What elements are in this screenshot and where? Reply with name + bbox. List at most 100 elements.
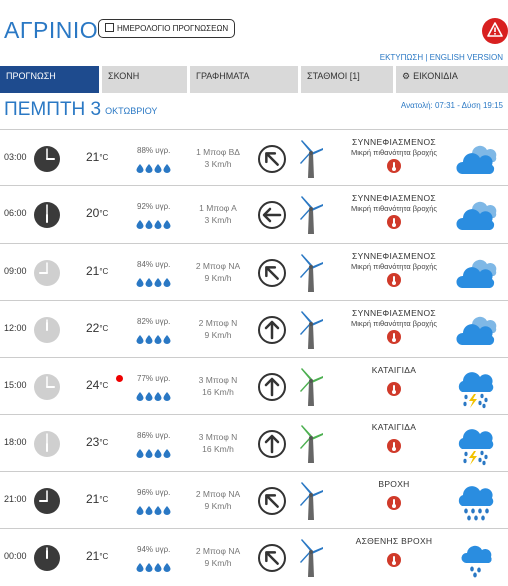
- thermometer-icon[interactable]: [387, 382, 401, 396]
- forecast-row: 21:00 21°C 96% υγρ. 2 Μποφ ΝΑ 9 Km/h ΒΡΟΧ…: [0, 471, 508, 529]
- row-temperature: 21°C: [86, 264, 108, 278]
- calendar-icon: [105, 23, 114, 32]
- print-english-links[interactable]: ΕΚΤΥΠΩΣΗ | ENGLISH VERSION: [380, 53, 503, 62]
- tab-dust[interactable]: ΣΚΟΝΗ: [102, 66, 187, 93]
- row-wind: 3 Μποφ Ν 16 Km/h: [188, 374, 248, 398]
- temp-unit: °C: [99, 495, 109, 504]
- forecast-row: 09:00 21°C 84% υγρ. 2 Μποφ ΝΑ 9 Km/h ΣΥΝΝ…: [0, 243, 508, 301]
- row-humidity: 77% υγρ.: [137, 374, 171, 383]
- wind-turbine-icon: [297, 481, 325, 526]
- wind-turbine-icon: [297, 310, 325, 355]
- wind-kmh: 16 Km/h: [202, 387, 234, 397]
- temp-value: 21: [86, 264, 100, 278]
- condition-subtext: Μικρή πιθανότητα βροχής: [350, 204, 438, 213]
- temp-value: 24: [86, 378, 100, 392]
- row-time: 15:00: [4, 380, 27, 390]
- condition-label: ΒΡΟΧΗ: [378, 479, 410, 489]
- forecast-row: 15:00 24°C 77% υγρ. 3 Μποφ Ν 16 Km/h ΚΑΤΑ…: [0, 357, 508, 415]
- condition-label: ΣΥΝΝΕΦΙΑΣΜΕΝΟΣ: [352, 137, 436, 147]
- forecast-row: 12:00 22°C 82% υγρ. 2 Μποφ Ν 9 Km/h ΣΥΝΝΕ…: [0, 300, 508, 358]
- tab-forecast[interactable]: ΠΡΟΓΝΩΣΗ: [0, 66, 99, 93]
- wind-direction-arrow-icon: [257, 258, 287, 293]
- tab-icons[interactable]: ⚙ ΕΙΚΟΝΙΔΙΑ: [396, 66, 508, 93]
- thermometer-icon[interactable]: [387, 496, 401, 510]
- row-wind: 2 Μποφ Ν 9 Km/h: [188, 317, 248, 341]
- condition-label: ΑΣΘΕΝΗΣ ΒΡΟΧΗ: [355, 536, 433, 546]
- humidity-drops-icon: [136, 445, 176, 463]
- humidity-drops-icon: [136, 388, 176, 406]
- humidity-drops-icon: [136, 160, 176, 178]
- temp-value: 23: [86, 435, 100, 449]
- tab-label: ΣΚΟΝΗ: [108, 71, 140, 81]
- clock-icon: [33, 544, 61, 577]
- condition-subtext: Μικρή πιθανότητα βροχής: [350, 262, 438, 271]
- wind-direction-arrow-icon: [257, 200, 287, 235]
- humidity-drops-icon: [136, 216, 176, 234]
- thermometer-icon[interactable]: [387, 439, 401, 453]
- forecast-calendar-button[interactable]: ΗΜΕΡΟΛΟΓΙΟ ΠΡΟΓΝΩΣΕΩΝ: [98, 19, 236, 38]
- row-temperature: 21°C: [86, 492, 108, 506]
- wind-kmh: 16 Km/h: [202, 444, 234, 454]
- tab-bar: ΠΡΟΓΝΩΣΗ ΣΚΟΝΗ ΓΡΑΦΗΜΑΤΑ ΣΤΑΘΜΟΙ [1] ⚙ ΕΙ…: [0, 66, 508, 93]
- day-header: ΠΕΜΠΤΗ 3 ΟΚΤΩΒΡΙΟΥ: [4, 99, 157, 121]
- thunderstorm-icon: [456, 370, 500, 415]
- row-humidity: 96% υγρ.: [137, 488, 171, 497]
- temp-unit: °C: [99, 552, 109, 561]
- wind-kmh: 9 Km/h: [204, 501, 232, 511]
- row-wind: 2 Μποφ ΝΑ 9 Km/h: [188, 545, 248, 569]
- day-month: ΟΚΤΩΒΡΙΟΥ: [105, 106, 158, 116]
- row-time: 06:00: [4, 208, 27, 218]
- wind-kmh: 3 Km/h: [204, 215, 232, 225]
- thermometer-icon[interactable]: [387, 330, 401, 344]
- row-temperature: 21°C: [86, 549, 108, 563]
- condition-label: ΚΑΤΑΙΓΙΔΑ: [371, 422, 417, 432]
- row-conditions: ΣΥΝΝΕΦΙΑΣΜΕΝΟΣ Μικρή πιθανότητα βροχής: [332, 137, 456, 178]
- warning-icon[interactable]: [482, 18, 508, 44]
- tab-charts[interactable]: ΓΡΑΦΗΜΑΤΑ: [190, 66, 298, 93]
- temp-unit: °C: [99, 324, 109, 333]
- clock-icon: [33, 430, 61, 463]
- rain-icon: [456, 484, 500, 529]
- wind-kmh: 3 Km/h: [204, 159, 232, 169]
- temp-unit: °C: [99, 381, 109, 390]
- wind-beaufort: 2 Μποφ ΝΑ: [195, 489, 241, 499]
- row-temperature: 20°C: [86, 206, 108, 220]
- wind-turbine-icon: [297, 538, 325, 583]
- tab-stations[interactable]: ΣΤΑΘΜΟΙ [1]: [301, 66, 393, 93]
- day-title: ΠΕΜΠΤΗ 3: [4, 99, 102, 120]
- condition-subtext: Μικρή πιθανότητα βροχής: [350, 148, 438, 157]
- alert-dot-icon: [116, 375, 123, 382]
- row-humidity: 92% υγρ.: [137, 202, 171, 211]
- clock-icon: [33, 373, 61, 406]
- condition-subtext: Μικρή πιθανότητα βροχής: [350, 319, 438, 328]
- wind-beaufort: 3 Μποφ Ν: [198, 432, 238, 442]
- wind-turbine-icon: [297, 139, 325, 184]
- temp-value: 21: [86, 549, 100, 563]
- forecast-row: 03:00 21°C 88% υγρ. 1 Μποφ ΒΔ 3 Km/h ΣΥΝΝ…: [0, 129, 508, 187]
- row-humidity: 88% υγρ.: [137, 146, 171, 155]
- cloudy-icon: [456, 198, 500, 243]
- tab-label: ΕΙΚΟΝΙΔΙΑ: [413, 71, 458, 81]
- temp-unit: °C: [99, 209, 109, 218]
- row-temperature: 22°C: [86, 321, 108, 335]
- row-temperature: 23°C: [86, 435, 108, 449]
- row-conditions: ΣΥΝΝΕΦΙΑΣΜΕΝΟΣ Μικρή πιθανότητα βροχής: [332, 251, 456, 292]
- condition-label: ΣΥΝΝΕΦΙΑΣΜΕΝΟΣ: [352, 308, 436, 318]
- row-time: 21:00: [4, 494, 27, 504]
- thermometer-icon[interactable]: [387, 553, 401, 567]
- clock-icon: [33, 316, 61, 349]
- wind-direction-arrow-icon: [257, 144, 287, 179]
- wind-turbine-icon: [297, 253, 325, 298]
- wind-beaufort: 1 Μποφ ΒΔ: [196, 147, 240, 157]
- thermometer-icon[interactable]: [387, 159, 401, 173]
- tab-label: ΓΡΑΦΗΜΑΤΑ: [196, 71, 250, 81]
- tab-label: ΣΤΑΘΜΟΙ [1]: [307, 71, 360, 81]
- row-temperature: 21°C: [86, 150, 108, 164]
- temp-value: 21: [86, 492, 100, 506]
- row-conditions: ΣΥΝΝΕΦΙΑΣΜΕΝΟΣ Μικρή πιθανότητα βροχής: [332, 308, 456, 349]
- thermometer-icon[interactable]: [387, 215, 401, 229]
- temp-value: 20: [86, 206, 100, 220]
- wind-direction-arrow-icon: [257, 429, 287, 464]
- wind-kmh: 9 Km/h: [204, 330, 232, 340]
- thermometer-icon[interactable]: [387, 273, 401, 287]
